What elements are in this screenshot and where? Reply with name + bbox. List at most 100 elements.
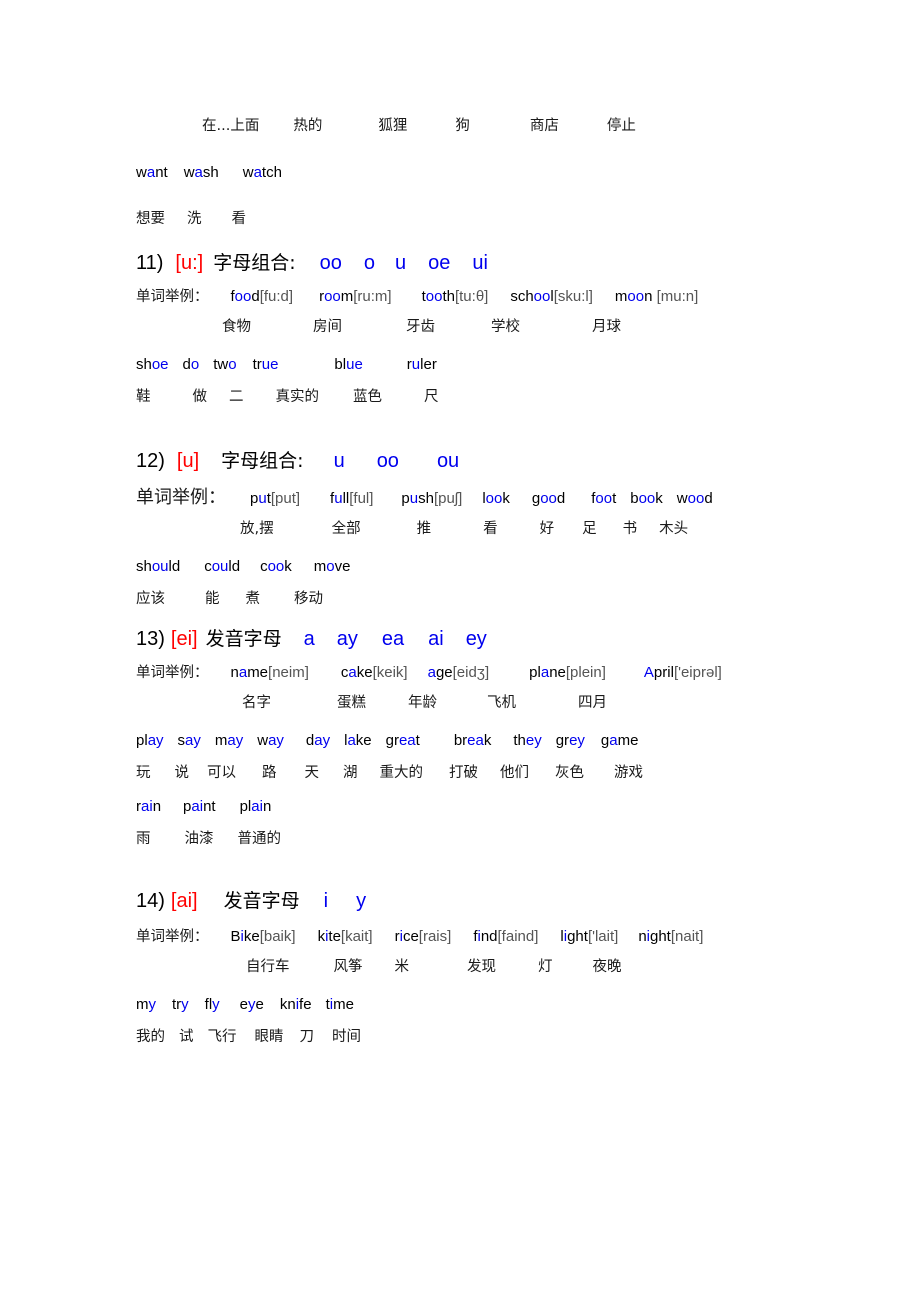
translation-term: 放,摆 xyxy=(240,521,274,537)
word-prefix: kn xyxy=(279,996,296,1013)
translation-term: 好 xyxy=(539,521,555,537)
word-phonetic: [puʃ] xyxy=(433,490,463,507)
section-ipa: [ei] xyxy=(170,628,198,650)
examples-row: 单词举例： Bike[baik] kite[kait] rice[rais] find[… xyxy=(136,929,796,945)
translation-term: 停止 xyxy=(606,118,636,134)
word-suffix: ke xyxy=(243,928,260,945)
document-content: 在...上面 热的 狐狸狗商店 停止 want wash watch 想要洗看 11) [u… xyxy=(136,118,796,1045)
translation-term: 足 xyxy=(582,521,597,537)
word-suffix: k xyxy=(502,490,510,507)
word-highlight: ea xyxy=(398,732,416,749)
translation-term: 蓝色 xyxy=(353,389,382,405)
section-letter: ai xyxy=(428,628,444,650)
pronunciation-section: 13) [ei] 发音字母 a ay ea ai ey 单词举例： name[neim] cake[… xyxy=(136,629,796,847)
word-prefix: pl xyxy=(529,664,541,681)
word-highlight: ai xyxy=(191,798,204,815)
example-word: cake[keik] xyxy=(341,664,408,681)
extra-words-row: should could cook move xyxy=(136,559,796,575)
translation-term: 灰色 xyxy=(555,765,584,781)
word-prefix: br xyxy=(453,732,468,749)
word-highlight: a xyxy=(609,732,618,749)
extra-words-row: my try fly eye knife time xyxy=(136,997,796,1013)
example-word: good xyxy=(532,490,565,507)
word-highlight: ay xyxy=(147,732,164,749)
word-highlight: oo xyxy=(485,490,503,507)
translation-term: 煮 xyxy=(245,591,261,607)
section-number: 12) xyxy=(136,450,165,472)
translation-term: 发现 xyxy=(467,959,496,975)
word-highlight: a xyxy=(347,732,356,749)
word-highlight: a xyxy=(427,664,436,681)
translation-term: 夜晚 xyxy=(592,959,622,975)
word-highlight: oo xyxy=(324,288,341,305)
word-highlight: ou xyxy=(211,558,229,575)
word-prefix: w xyxy=(136,164,147,181)
word-highlight: a xyxy=(348,664,357,681)
word-highlight: oo xyxy=(627,288,645,305)
section-ipa: [u] xyxy=(176,450,200,472)
translation-term: 书 xyxy=(622,521,638,537)
example-word: full[ful] xyxy=(330,490,373,507)
section-kind-label: 发音字母 xyxy=(223,890,300,912)
example-word: game xyxy=(601,732,639,749)
word-phonetic: [rais] xyxy=(418,928,452,945)
word-highlight: oo xyxy=(425,288,443,305)
translation-term: 天 xyxy=(304,765,320,781)
translation-term: 我的 xyxy=(136,1029,165,1045)
word-suffix: ne xyxy=(549,664,566,681)
word-suffix: nd xyxy=(480,928,498,945)
example-word: should xyxy=(136,558,180,575)
extra-words-translations-row: 我的试飞行 眼睛刀 时间 xyxy=(136,1029,796,1045)
word-prefix: tr xyxy=(252,356,262,373)
word-suffix: me xyxy=(617,732,639,749)
word-highlight: u xyxy=(334,490,343,507)
word-suffix: sh xyxy=(418,490,434,507)
translation-term: 飞机 xyxy=(487,695,516,711)
translation-term: 洗 xyxy=(187,211,202,227)
word-suffix: nt xyxy=(155,164,168,181)
example-word: rice[rais] xyxy=(395,928,452,945)
word-highlight: y xyxy=(181,996,189,1013)
word-prefix: sh xyxy=(136,356,152,373)
translation-term: 雨 xyxy=(136,831,151,847)
translation-term: 可以 xyxy=(207,765,236,781)
word-suffix: k xyxy=(655,490,663,507)
translation-term: 普通的 xyxy=(237,831,282,847)
word-highlight: y xyxy=(212,996,220,1013)
translation-term: 蛋糕 xyxy=(337,695,366,711)
example-word: way xyxy=(257,732,284,749)
example-word: room[ru:m] xyxy=(319,288,392,305)
word-suffix: ld xyxy=(228,558,241,575)
example-word: fly xyxy=(205,996,220,1013)
top-words-row: want wash watch xyxy=(136,165,796,181)
translation-term: 四月 xyxy=(578,695,607,711)
translation-term: 路 xyxy=(262,765,277,781)
section-letter: a xyxy=(303,628,315,650)
translation-term: 飞行 xyxy=(207,1029,237,1045)
word-phonetic: [kait] xyxy=(340,928,373,945)
word-prefix: sch xyxy=(510,288,534,305)
translation-term: 全部 xyxy=(331,521,361,537)
section-letter: ou xyxy=(436,450,460,472)
word-suffix: tch xyxy=(261,164,282,181)
example-word: play xyxy=(136,732,164,749)
word-highlight: oo xyxy=(638,490,656,507)
word-prefix: b xyxy=(630,490,639,507)
word-phonetic: [mu:n] xyxy=(652,288,699,305)
translation-term: 房间 xyxy=(313,319,342,335)
word-highlight: ay xyxy=(268,732,284,749)
examples-translations-row: 名字 蛋糕 年龄 飞机 四月 xyxy=(242,695,796,711)
word-phonetic: [nait] xyxy=(670,928,704,945)
word-suffix: t xyxy=(415,732,420,749)
translation-term: 二 xyxy=(229,389,244,405)
translation-term: 鞋 xyxy=(136,389,151,405)
section-ipa: [ai] xyxy=(170,890,198,912)
word-suffix: th xyxy=(442,288,455,305)
word-suffix: e xyxy=(255,996,264,1013)
word-prefix: p xyxy=(401,490,410,507)
word-highlight: a xyxy=(253,164,262,181)
translation-term: 商店 xyxy=(529,118,559,134)
word-suffix: d xyxy=(251,288,260,305)
translation-term: 油漆 xyxy=(184,831,214,847)
example-word: school[sku:l] xyxy=(510,288,593,305)
